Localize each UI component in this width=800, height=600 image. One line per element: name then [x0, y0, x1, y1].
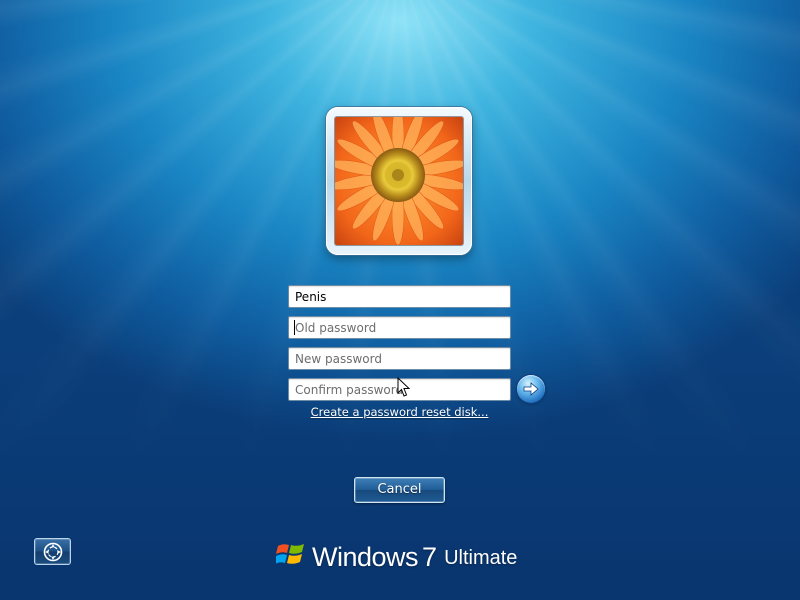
avatar	[335, 117, 463, 245]
brand-name: Windows	[312, 542, 419, 572]
create-password-reset-disk-link[interactable]: Create a password reset disk...	[288, 405, 511, 419]
new-password-field[interactable]	[288, 347, 511, 370]
text-caret	[294, 320, 295, 335]
ease-of-access-button[interactable]	[34, 538, 71, 565]
old-password-field[interactable]	[288, 316, 511, 339]
windows-flag-icon	[276, 544, 304, 564]
logon-screen: Create a password reset disk... Cancel W…	[0, 0, 800, 600]
user-tile-frame	[326, 107, 472, 255]
windows-branding: Windows 7 Ultimate	[276, 536, 517, 572]
confirm-password-field[interactable]	[288, 378, 511, 401]
ease-of-access-icon	[43, 542, 63, 562]
flower-avatar-image	[335, 117, 463, 245]
username-field[interactable]	[288, 285, 511, 308]
submit-button[interactable]	[517, 375, 545, 403]
brand-edition: Ultimate	[444, 547, 518, 569]
brand-version: 7	[422, 542, 438, 572]
cancel-button[interactable]: Cancel	[354, 477, 445, 503]
arrow-right-icon	[523, 382, 539, 396]
